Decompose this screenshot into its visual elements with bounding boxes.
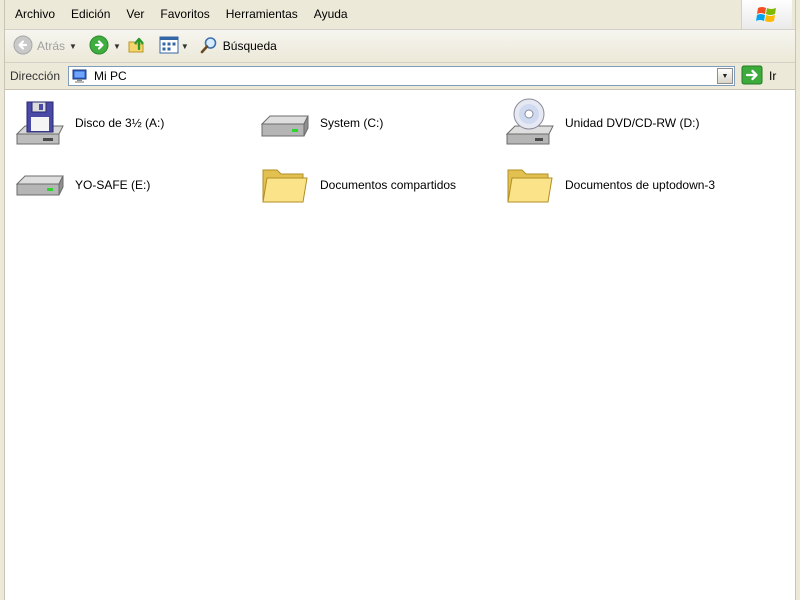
go-arrow-icon — [741, 65, 763, 88]
folder-icon — [258, 157, 312, 213]
folder-uptodown-name: Documentos de uptodown-3 — [565, 178, 716, 192]
search-button[interactable]: Búsqueda — [196, 33, 280, 59]
menu-ayuda[interactable]: Ayuda — [306, 0, 356, 29]
drive-c[interactable]: System (C:) — [258, 95, 498, 151]
folder-shared[interactable]: Documentos compartidos — [258, 157, 498, 213]
menu-ver[interactable]: Ver — [118, 0, 152, 29]
file-view: Disco de 3½ (A:) System (C:) Unidad DVD/ — [5, 90, 795, 600]
menu-herramientas[interactable]: Herramientas — [218, 0, 306, 29]
toolbar: Atrás ▼ ▼ ▼ Búsqueda — [5, 30, 795, 63]
address-dropdown-icon[interactable]: ▼ — [717, 68, 733, 84]
go-label: Ir — [769, 69, 777, 83]
address-value: Mi PC — [94, 69, 127, 83]
drive-e[interactable]: YO-SAFE (E:) — [13, 157, 253, 213]
address-label: Dirección — [10, 69, 61, 83]
menu-bar: Archivo Edición Ver Favoritos Herramient… — [5, 0, 795, 30]
folder-uptodown[interactable]: Documentos de uptodown-3 — [503, 157, 743, 213]
address-input[interactable]: Mi PC ▼ — [68, 66, 735, 86]
forward-arrow-icon — [89, 35, 109, 58]
up-folder-button[interactable] — [124, 33, 150, 59]
drive-c-name: System (C:) — [320, 116, 384, 130]
forward-button[interactable]: ▼ — [86, 33, 124, 59]
search-label: Búsqueda — [222, 39, 277, 53]
views-dropdown-icon[interactable]: ▼ — [181, 42, 189, 51]
back-arrow-icon — [13, 35, 33, 58]
folder-shared-name: Documentos compartidos — [320, 178, 457, 192]
go-button[interactable]: Ir — [741, 65, 776, 88]
search-icon — [199, 35, 219, 58]
views-icon — [159, 36, 179, 57]
window-frame-right — [795, 0, 800, 600]
drive-d-name: Unidad DVD/CD-RW (D:) — [565, 116, 700, 130]
windows-logo-icon — [741, 0, 792, 29]
address-bar: Dirección Mi PC ▼ Ir — [5, 63, 795, 90]
views-button[interactable]: ▼ — [156, 33, 192, 59]
floppy-drive-icon — [13, 95, 67, 151]
removable-drive-icon — [13, 157, 67, 213]
drive-d[interactable]: Unidad DVD/CD-RW (D:) — [503, 95, 743, 151]
drive-a-name: Disco de 3½ (A:) — [75, 116, 165, 130]
drive-e-name: YO-SAFE (E:) — [75, 178, 151, 192]
menu-favoritos[interactable]: Favoritos — [152, 0, 217, 29]
menu-edicion[interactable]: Edición — [63, 0, 118, 29]
back-button[interactable]: Atrás ▼ — [10, 33, 80, 59]
folder-icon — [503, 157, 557, 213]
my-computer-icon — [72, 69, 88, 84]
dvd-drive-icon — [503, 95, 557, 151]
menu-archivo[interactable]: Archivo — [5, 0, 63, 29]
up-folder-icon — [127, 35, 147, 58]
back-dropdown-icon[interactable]: ▼ — [69, 42, 77, 51]
forward-dropdown-icon[interactable]: ▼ — [113, 42, 121, 51]
back-label: Atrás — [37, 39, 66, 53]
drive-a[interactable]: Disco de 3½ (A:) — [13, 95, 253, 151]
hard-drive-icon — [258, 95, 312, 151]
